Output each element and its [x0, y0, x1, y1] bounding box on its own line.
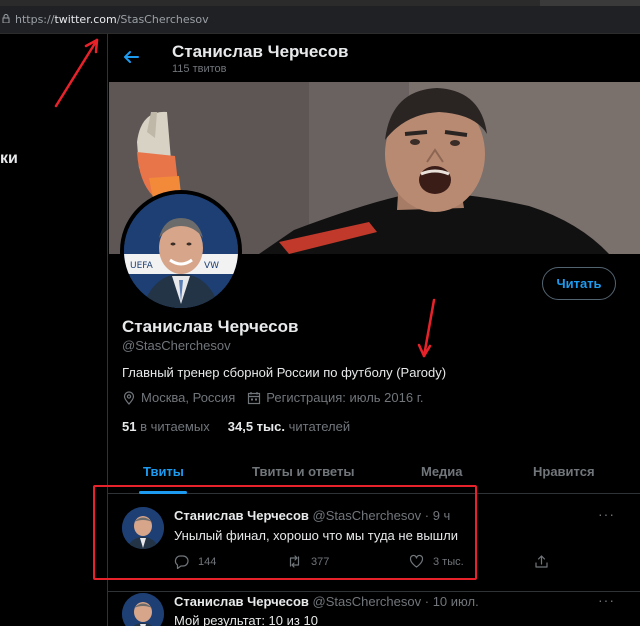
url-host: twitter.com	[54, 13, 117, 26]
profile-header: Станислав Черчесов 115 твитов	[108, 34, 640, 80]
header-name: Станислав Черчесов	[172, 42, 349, 61]
tab-tweets[interactable]: Твиты	[143, 464, 184, 479]
profile-stats: 51 в читаемых 34,5 тыс. читателей	[122, 419, 350, 434]
tab-likes[interactable]: Нравится	[533, 464, 595, 479]
calendar-icon	[248, 391, 261, 404]
browser-address-bar: https://twitter.com/StasCherchesov	[0, 0, 640, 34]
tweet-time[interactable]: 10 июл.	[433, 594, 479, 609]
url-field[interactable]: https://twitter.com/StasCherchesov	[15, 13, 209, 26]
annotation-highlight-box	[93, 485, 477, 580]
annotation-arrow-url	[54, 38, 99, 108]
followers-label: читателей	[288, 419, 351, 434]
svg-text:UEFA: UEFA	[130, 261, 154, 271]
following-label: в читаемых	[140, 419, 210, 434]
location-icon	[123, 390, 135, 405]
followers-count: 34,5 тыс.	[227, 419, 285, 434]
tweet-header: Станислав Черчесов @StasCherchesov · 10 …	[174, 594, 479, 609]
tweet-author-name[interactable]: Станислав Черчесов	[174, 594, 309, 609]
back-arrow-icon[interactable]	[122, 48, 140, 66]
browser-tab-strip	[0, 0, 640, 6]
share-button[interactable]	[534, 554, 558, 569]
header-tweet-count: 115 твитов	[172, 63, 227, 75]
tab-tweets-and-replies[interactable]: Твиты и ответы	[252, 464, 354, 479]
tweet-avatar[interactable]	[122, 593, 164, 626]
profile-bio: Главный тренер сборной России по футболу…	[122, 365, 447, 380]
follow-button[interactable]: Читать	[542, 267, 616, 300]
profile-name: Станислав Черчесов	[122, 317, 299, 336]
following-count: 51	[122, 419, 137, 434]
sidebar-item-label[interactable]: ки	[0, 150, 18, 168]
more-options-icon[interactable]: ···	[598, 592, 615, 608]
profile-handle: @StasCherchesov	[122, 338, 231, 353]
url-path: /StasCherchesov	[116, 13, 209, 26]
profile-location: Москва, Россия	[141, 390, 236, 405]
annotation-arrowhead-url	[84, 38, 99, 54]
more-options-icon[interactable]: ···	[598, 506, 615, 522]
followers-link[interactable]: 34,5 тыс. читателей	[228, 419, 350, 434]
url-scheme: https://	[15, 13, 55, 26]
share-icon	[535, 555, 548, 568]
tweet-text: Мой результат: 10 из 10	[174, 613, 318, 626]
profile-joined: Регистрация: июль 2016 г.	[266, 390, 424, 405]
profile-meta: Москва, Россия Регистрация: июль 2016 г.	[122, 390, 423, 405]
svg-text:VW: VW	[204, 261, 219, 271]
profile-avatar[interactable]: UEFA VW	[120, 190, 242, 312]
lock-icon	[2, 14, 10, 23]
tweet-item[interactable]: Станислав Черчесов @StasCherchesov · 10 …	[108, 592, 640, 626]
following-link[interactable]: 51 в читаемых	[122, 419, 210, 434]
tab-media[interactable]: Медиа	[421, 464, 463, 479]
tweet-author-handle[interactable]: @StasCherchesov	[313, 594, 422, 609]
